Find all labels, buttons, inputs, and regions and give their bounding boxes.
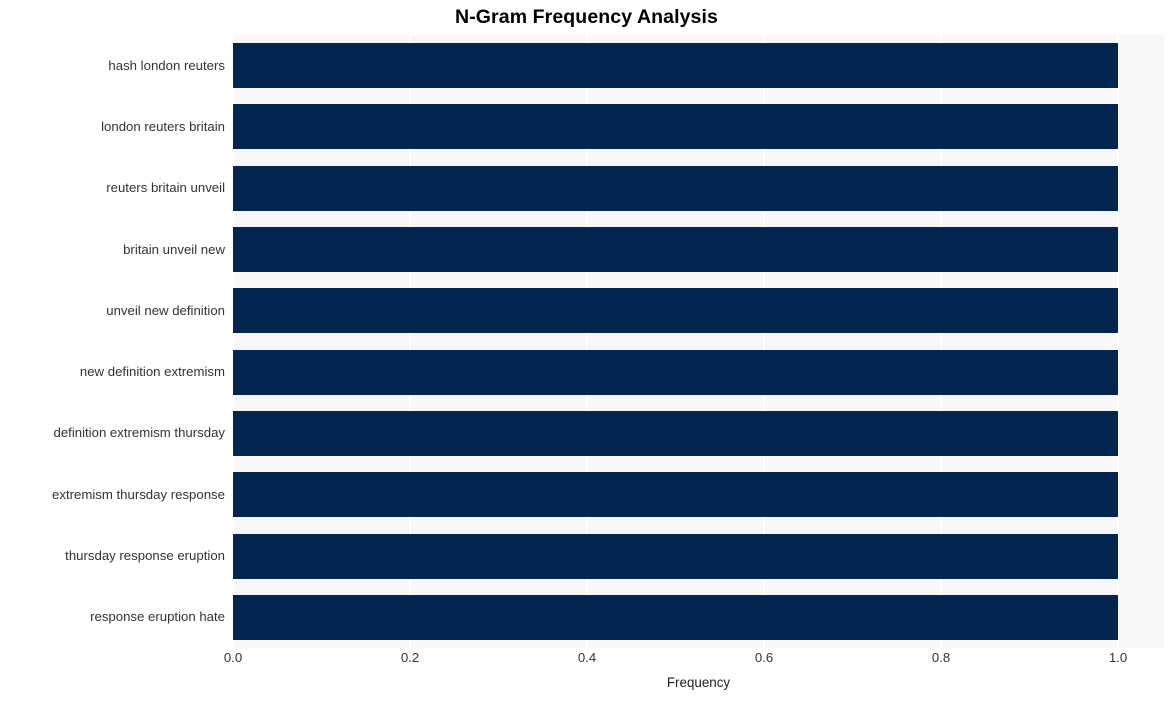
y-tick-label: unveil new definition (106, 302, 225, 318)
bar[interactable] (233, 349, 1118, 395)
y-tick-label: extremism thursday response (52, 486, 225, 502)
bar[interactable] (233, 227, 1118, 273)
x-axis-tick-labels: 0.0 0.2 0.4 0.6 0.8 1.0 (0, 650, 1173, 674)
bar[interactable] (233, 43, 1118, 89)
chart-title: N-Gram Frequency Analysis (455, 6, 718, 28)
x-tick-label: 0.2 (400, 650, 420, 665)
x-tick-label: 0.8 (931, 650, 951, 665)
x-tick-label: 0.4 (577, 650, 597, 665)
y-tick-label: response eruption hate (90, 609, 225, 625)
y-tick-label: hash london reuters (108, 57, 225, 73)
bar[interactable] (233, 288, 1118, 334)
bar[interactable] (233, 165, 1118, 211)
bar[interactable] (233, 410, 1118, 456)
y-axis-tick-labels: hash london reuters london reuters britai… (0, 35, 225, 648)
y-tick-label: thursday response eruption (65, 548, 225, 564)
y-tick-label: london reuters britain (101, 118, 225, 134)
y-tick-label: britain unveil new (123, 241, 225, 257)
chart-figure: N-Gram Frequency Analysis hash london re… (0, 0, 1173, 701)
bar[interactable] (233, 533, 1118, 579)
y-tick-label: new definition extremism (79, 364, 225, 380)
y-tick-label: definition extremism thursday (53, 425, 225, 441)
x-tick-label: 0.0 (223, 650, 243, 665)
bar[interactable] (233, 472, 1118, 518)
bar[interactable] (233, 104, 1118, 150)
y-tick-label: reuters britain unveil (106, 180, 225, 196)
x-tick-label: 0.6 (754, 650, 774, 665)
bar[interactable] (233, 594, 1118, 640)
x-axis-title: Frequency (666, 675, 731, 690)
plot-area (233, 35, 1164, 648)
x-tick-label: 1.0 (1108, 650, 1128, 665)
